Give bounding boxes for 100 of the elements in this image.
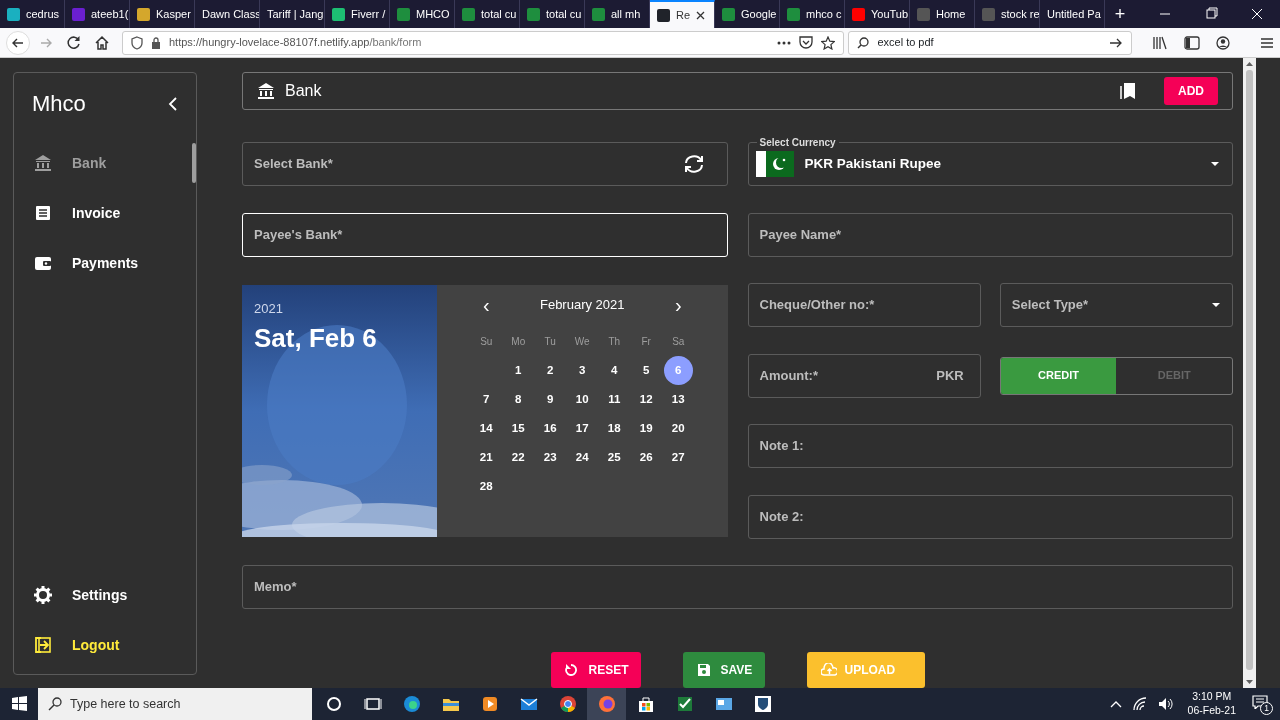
search-field[interactable]: excel to pdf [848,30,1132,55]
day-button[interactable]: 23 [535,443,565,472]
search-icon [857,36,870,49]
weekday-label: Mo [510,335,527,349]
weekday-label: Fr [640,335,652,349]
input-field[interactable]: Memo* [242,565,1233,609]
notification-count: 1 [1260,702,1273,715]
page-title: Bank [285,81,322,101]
logout-icon [34,636,52,654]
pocket-icon[interactable] [799,36,814,49]
tab-title: Fiverr / [351,6,386,22]
address-bar[interactable]: https://hungry-lovelace-88107f.netlify.app/bank/form [122,30,845,55]
star-icon[interactable] [821,35,836,50]
floating-label: Select Currency [756,135,839,150]
day-button[interactable]: 10 [567,385,597,414]
chrome-icon [558,695,577,713]
sidebar-item[interactable]: Logout [14,620,196,670]
day-button[interactable]: 12 [631,385,661,414]
day-button[interactable]: 15 [503,414,533,443]
day-button[interactable]: 3 [567,356,597,385]
day-button[interactable]: 13 [663,385,693,414]
credit-button[interactable]: CREDIT [1000,357,1117,394]
day-button[interactable]: 26 [631,443,661,472]
tab-title: ateeb1( [91,6,129,22]
scrollbar[interactable] [1243,58,1256,688]
menu-icon[interactable] [1260,36,1274,49]
weekday-label: Tu [543,335,557,349]
input-field[interactable]: Cheque/Other no:* [747,283,981,327]
day-button[interactable]: 21 [471,443,501,472]
tab-title: total cu [481,6,517,22]
bookmarks-icon[interactable] [1120,82,1136,100]
selected-date: Sat, Feb 6 [254,321,377,355]
day-button[interactable]: 7 [471,385,501,414]
flag-icon [755,151,794,177]
input-field[interactable]: Select Type* [999,283,1233,327]
input-field[interactable]: Note 1: [747,424,1233,468]
wifi-icon[interactable] [1131,697,1148,711]
caret-icon [1211,302,1221,308]
add-button[interactable]: ADD [1164,77,1218,105]
store-icon [636,695,655,713]
collapse-icon[interactable] [168,96,178,111]
shield-icon [131,35,143,50]
sidebar-item[interactable]: Settings [14,570,196,620]
clock[interactable]: 3:10 PM 06-Feb-21 [1187,690,1236,718]
tab-title: Google [741,6,777,22]
next-month-button[interactable]: › [662,294,695,316]
weekday-label: Th [607,335,622,349]
account-icon[interactable] [1216,35,1230,50]
day-button[interactable]: 16 [535,414,565,443]
day-button[interactable]: 8 [503,385,533,414]
tab-title: Tariff | Jang [267,6,324,22]
day-button[interactable]: 18 [599,414,629,443]
tab-title: total cu [546,6,582,22]
browser-tab[interactable]: Re [650,0,715,28]
day-button[interactable]: 19 [631,414,661,443]
sidebar-item[interactable]: Invoice [14,188,196,238]
day-button[interactable]: 11 [599,385,629,414]
save-button[interactable]: SAVE [682,652,765,688]
input-field[interactable]: Payee's Bank* [242,212,728,257]
notification-button[interactable]: 1 [1246,688,1280,720]
library-icon[interactable] [1152,35,1168,50]
input-field[interactable]: Note 2: [747,494,1233,539]
day-button[interactable]: 14 [471,414,501,443]
bank-icon [257,82,275,100]
sidebar-icon[interactable] [1184,35,1200,50]
close-icon[interactable] [696,10,706,20]
day-button[interactable]: 1 [503,356,533,385]
previous-month-button[interactable]: ‹ [470,294,503,316]
input-field[interactable]: Amount:* PKR [747,353,981,398]
tab-title: all mh [611,6,641,22]
day-button[interactable]: 4 [599,356,629,385]
taskbar-search-field[interactable]: Type here to search [38,688,312,720]
back-icon[interactable] [6,30,30,55]
tab-title: Re [676,7,691,23]
day-button[interactable]: 20 [663,414,693,443]
volume-icon[interactable] [1157,697,1174,711]
day-button[interactable]: 2 [535,356,565,385]
day-button[interactable]: 5 [631,356,661,385]
tab-title: Home [936,6,966,22]
cortana-icon [324,695,343,713]
settings-icon [34,586,52,604]
list-icon [34,204,52,222]
refresh-icon[interactable] [682,154,705,174]
reset-button[interactable]: RESET [550,652,641,688]
arrow-icon[interactable] [1109,36,1123,49]
day-button[interactable]: 9 [535,385,565,414]
day-button[interactable]: 28 [471,472,501,501]
input-field[interactable]: Payee Name* [747,212,1233,257]
day-button[interactable]: 27 [663,443,693,472]
day-button[interactable]: 17 [567,414,597,443]
sidebar-item[interactable]: Bank [14,138,196,188]
input-field[interactable]: Select Bank* [242,142,728,186]
sidebar-item[interactable]: Payments [14,238,196,288]
more-icon[interactable] [777,40,792,45]
chevron-up-icon[interactable] [1109,700,1122,708]
weekday-label: We [573,335,591,349]
day-button[interactable]: 25 [599,443,629,472]
day-button[interactable]: 22 [503,443,533,472]
day-button[interactable]: 24 [567,443,597,472]
new-tab-button[interactable]: + [1105,0,1135,28]
